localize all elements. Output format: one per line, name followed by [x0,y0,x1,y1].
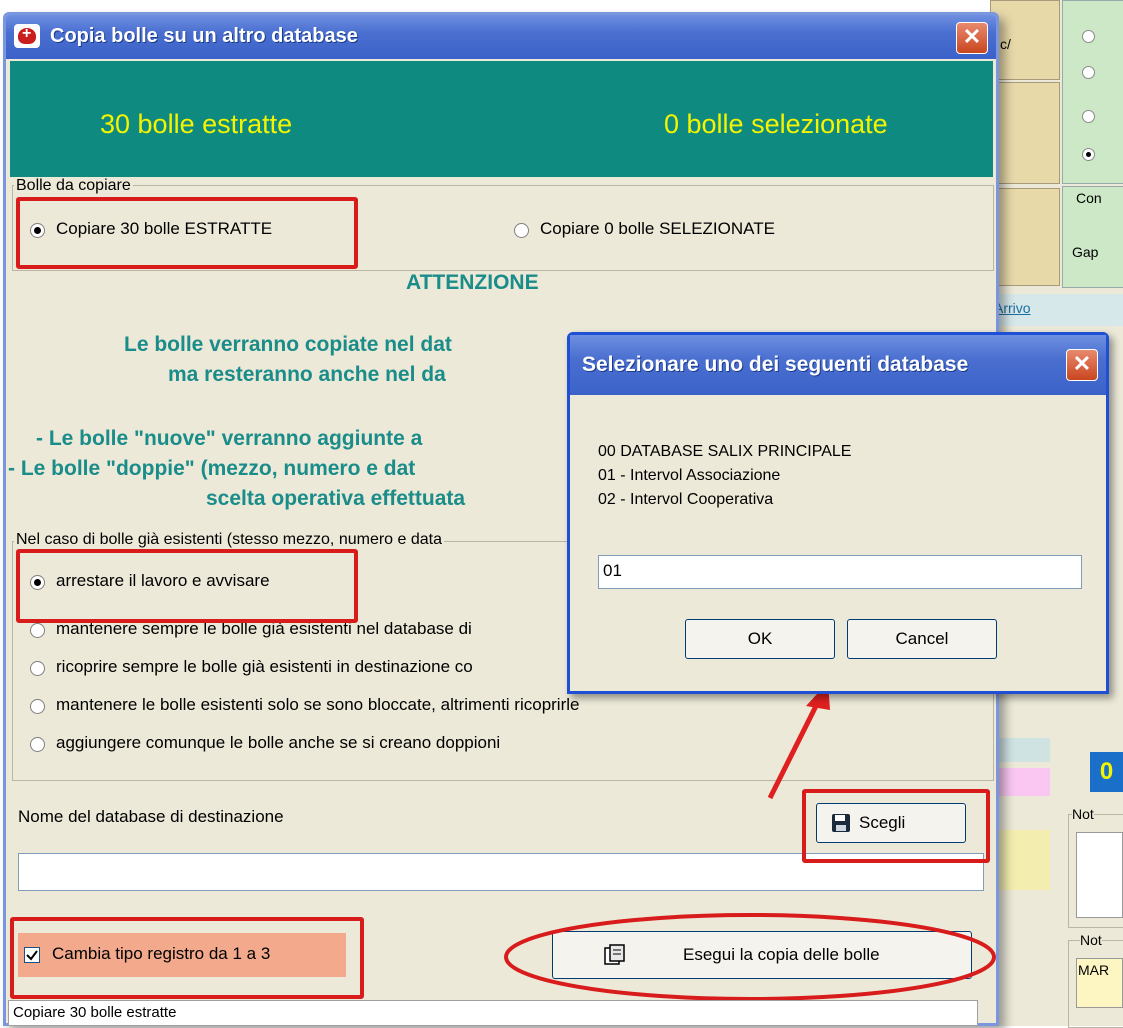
bg-textarea[interactable] [1076,832,1123,918]
bg-cell [990,82,1060,184]
radio-add-duplicates-label[interactable]: aggiungere comunque le bolle anche se si… [56,733,500,753]
bg-cell [990,768,1050,796]
copy-group-label: Bolle da copiare [14,177,133,195]
bg-label: Gap [1072,244,1099,260]
radio-copy-selected[interactable] [514,223,529,238]
app-icon [14,24,40,48]
warning-line: - Le bolle "doppie" (mezzo, numero e dat [8,457,416,480]
radio-keep-existing[interactable] [30,623,45,638]
annotation-arrow [767,682,830,800]
status-text: Copiare 30 bolle estratte [13,1004,177,1021]
select-dialog-close-button[interactable]: ✕ [1066,349,1098,381]
bg-cell [990,830,1050,890]
highlight-box [16,549,358,623]
ok-button[interactable]: OK [685,619,835,659]
bg-radio[interactable] [1082,148,1095,161]
extracted-count: 30 bolle estratte [100,109,293,139]
select-dialog-title: Selezionare uno dei seguenti database [582,353,969,376]
radio-overwrite[interactable] [30,661,45,676]
bg-cell [990,738,1050,762]
warning-line: - Le bolle "nuove" verranno aggiunte a [36,427,423,450]
database-option: 00 DATABASE SALIX PRINCIPALE [598,443,852,460]
bg-link[interactable]: Arrivo [994,300,1031,316]
status-bar: Copiare 30 bolle estratte [8,1000,978,1026]
warning-line: ma resteranno anche nel da [168,363,446,386]
highlight-box [16,197,358,269]
cancel-button[interactable]: Cancel [847,619,997,659]
radio-keep-locked-label[interactable]: mantenere le bolle esistenti solo se son… [56,695,579,715]
existing-group-label: Nel caso di bolle già esistenti (stesso … [14,531,444,549]
title-bar: Copia bolle su un altro database ✕ [6,15,996,59]
destination-label: Nome del database di destinazione [18,807,284,826]
highlight-box [10,917,364,999]
bg-label: Con [1076,190,1102,206]
warning-title: ATTENZIONE [406,271,539,294]
warning-line: scelta operativa effettuata [206,487,466,510]
dialog-title: Copia bolle su un altro database [50,25,358,47]
select-dialog-title-bar: Selezionare uno dei seguenti database ✕ [570,335,1106,395]
radio-add-duplicates[interactable] [30,737,45,752]
database-option: 01 - Intervol Associazione [598,467,781,484]
radio-copy-selected-label[interactable]: Copiare 0 bolle SELEZIONATE [540,219,775,239]
select-database-dialog: Selezionare uno dei seguenti database ✕ … [567,332,1109,694]
warning-line: Le bolle verranno copiate nel dat [124,333,452,356]
bg-radio[interactable] [1082,110,1095,123]
bg-label: c/ [1000,36,1011,52]
bg-radio[interactable] [1082,30,1095,43]
summary-banner: 30 bolle estratte 0 bolle selezionate [10,61,993,177]
bg-label: MAR [1078,962,1110,978]
bg-cell [990,188,1060,286]
close-button[interactable]: ✕ [956,22,988,54]
radio-overwrite-label[interactable]: ricoprire sempre le bolle già esistenti … [56,657,473,677]
highlight-ellipse [504,913,996,1001]
bg-label: Not [1072,806,1094,822]
radio-keep-locked[interactable] [30,699,45,714]
bg-counter: 0 [1090,752,1123,792]
selected-count: 0 bolle selezionate [664,109,888,139]
bg-label: Not [1080,932,1102,948]
database-option: 02 - Intervol Cooperativa [598,491,774,508]
database-code-input[interactable]: 01 [598,555,1082,589]
bg-radio[interactable] [1082,66,1095,79]
